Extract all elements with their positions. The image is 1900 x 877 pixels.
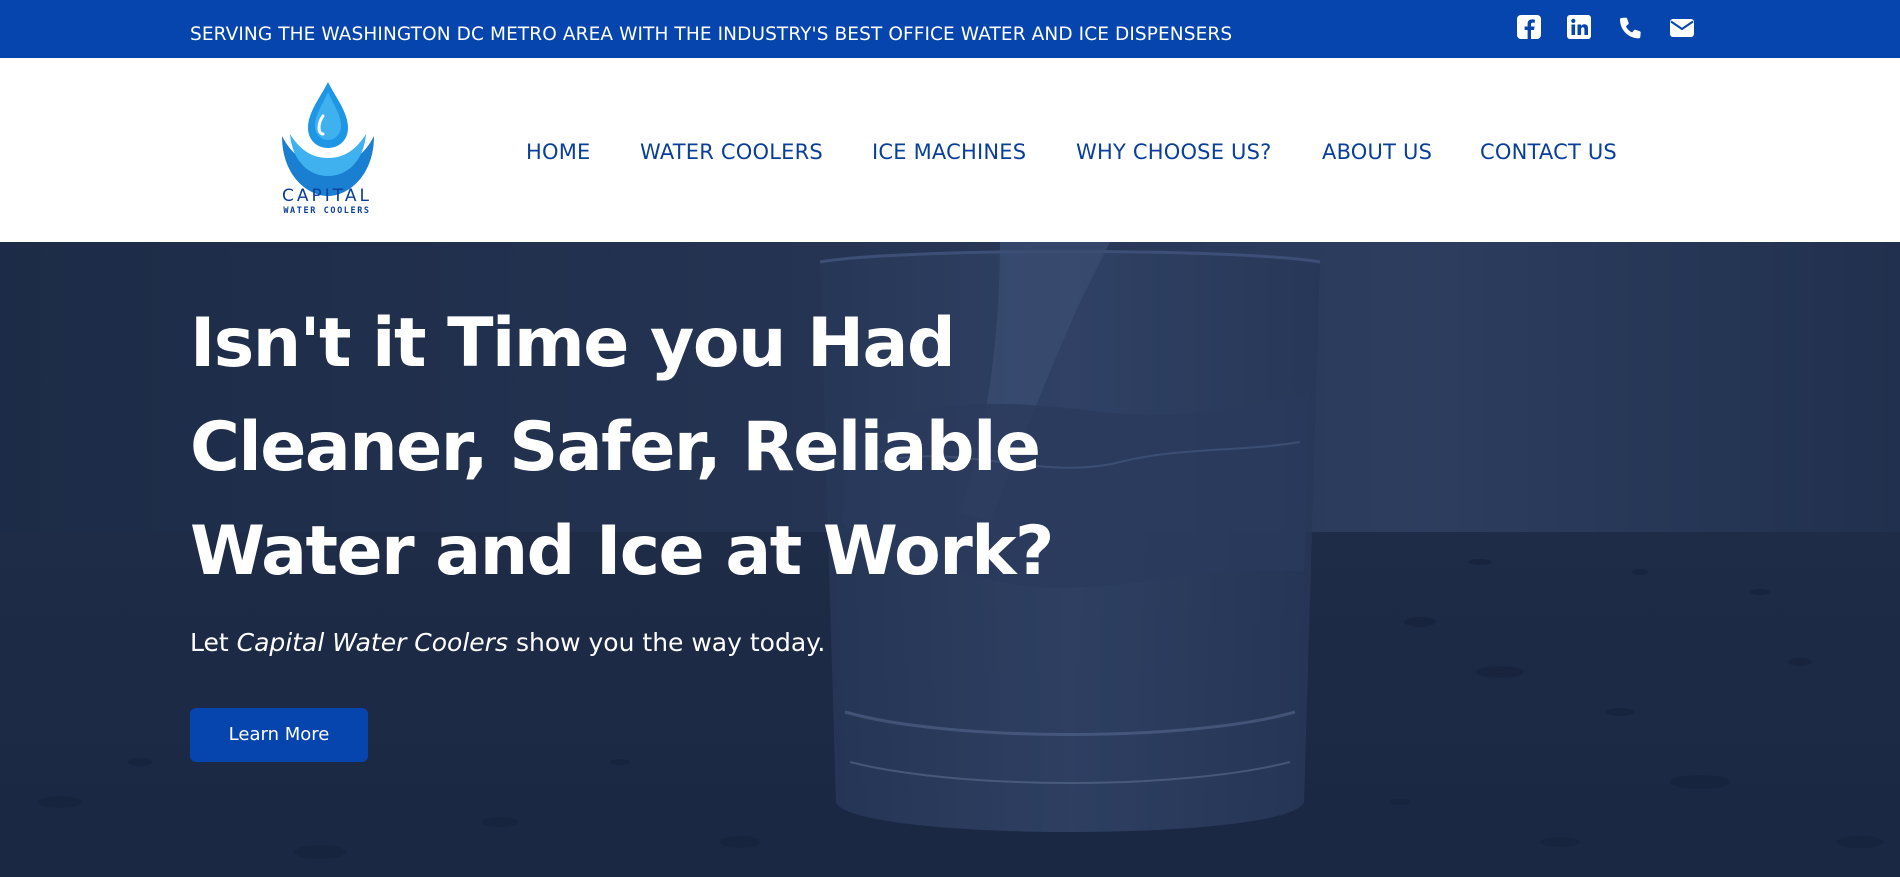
learn-more-button[interactable]: Learn More [190,708,368,762]
top-bar: SERVING THE WASHINGTON DC METRO AREA WIT… [0,0,1900,58]
hero-title-line: Water and Ice at Work? [190,512,1054,591]
email-icon[interactable] [1668,14,1696,42]
hero-title: Isn't it Time you Had Cleaner, Safer, Re… [190,292,1090,604]
logo-subtitle: WATER COOLERS [283,206,371,216]
hero-subtitle: Let Capital Water Coolers show you the w… [190,628,825,657]
site-header: CAPITAL WATER COOLERS HOME WATER COOLERS… [0,58,1900,242]
hero-subtitle-brand: Capital Water Coolers [236,628,508,657]
main-nav: HOME WATER COOLERS ICE MACHINES WHY CHOO… [0,140,1900,172]
nav-about-us[interactable]: ABOUT US [1322,140,1432,164]
hero-title-line: Isn't it Time you Had [190,304,956,383]
nav-ice-machines[interactable]: ICE MACHINES [872,140,1026,164]
hero-subtitle-suffix: show you the way today. [508,628,826,657]
facebook-icon[interactable] [1516,14,1544,42]
phone-icon[interactable] [1616,14,1644,42]
hero-subtitle-prefix: Let [190,628,237,657]
linkedin-icon[interactable] [1566,14,1594,42]
top-bar-tagline: SERVING THE WASHINGTON DC METRO AREA WIT… [190,24,1233,45]
nav-water-coolers[interactable]: WATER COOLERS [640,140,823,164]
nav-why-choose-us[interactable]: WHY CHOOSE US? [1076,140,1272,164]
nav-home[interactable]: HOME [526,140,591,164]
nav-contact-us[interactable]: CONTACT US [1480,140,1617,164]
logo-name: CAPITAL [282,186,372,206]
hero-title-line: Cleaner, Safer, Reliable [190,408,1041,487]
